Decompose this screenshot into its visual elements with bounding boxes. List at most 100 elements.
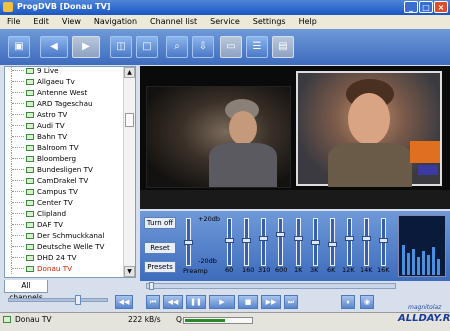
eq-slider-knob[interactable] xyxy=(328,242,337,247)
eq-slider-knob[interactable] xyxy=(225,238,234,243)
window-button[interactable]: ▣ xyxy=(8,36,30,58)
menu-help[interactable]: Help xyxy=(292,15,323,29)
tv-icon xyxy=(26,200,34,206)
eq-band-slider[interactable] xyxy=(294,218,303,266)
eq-band-slider[interactable] xyxy=(259,218,268,266)
channel-item[interactable]: ARD Tageschau xyxy=(7,98,93,109)
channel-item[interactable]: Deutsche Welle TV xyxy=(7,241,104,252)
seek-slider[interactable] xyxy=(146,283,396,289)
scroll-down-icon[interactable]: ▼ xyxy=(124,266,135,277)
tv-icon xyxy=(26,222,34,228)
stop-button[interactable]: ■ xyxy=(238,295,258,309)
download-button[interactable]: ⇩ xyxy=(192,36,214,58)
menu-navigation[interactable]: Navigation xyxy=(87,15,143,29)
menu-channel-list[interactable]: Channel list xyxy=(143,15,203,29)
full-view-button[interactable]: □ xyxy=(136,36,158,58)
channel-item[interactable]: Bahn TV xyxy=(7,131,67,142)
eq-slider-knob[interactable] xyxy=(184,240,193,245)
eq-slider-knob[interactable] xyxy=(276,232,285,237)
video-preview-right[interactable] xyxy=(296,71,442,187)
channel-item[interactable]: Astro TV xyxy=(7,109,67,120)
prev-button[interactable]: ⏮ xyxy=(146,295,160,309)
back-step-button[interactable]: ◀◀ xyxy=(163,295,183,309)
channel-item[interactable]: Clipland xyxy=(7,208,66,219)
next-icon: ⏭ xyxy=(287,298,295,306)
record-button[interactable]: ▭ xyxy=(220,36,242,58)
forward-step-button[interactable]: ▶▶ xyxy=(261,295,281,309)
eq-slider-knob[interactable] xyxy=(294,236,303,241)
eq-band-label: 6K xyxy=(327,266,336,274)
eq-band-slider[interactable] xyxy=(311,218,320,266)
rewind-icon: ◀◀ xyxy=(118,298,130,306)
play-button[interactable]: ▶ xyxy=(209,295,235,309)
eq-slider-knob[interactable] xyxy=(362,236,371,241)
menu-edit[interactable]: Edit xyxy=(26,15,55,29)
channel-item[interactable]: Campus TV xyxy=(7,186,78,197)
volume-knob[interactable] xyxy=(75,295,81,305)
eq-band-slider[interactable] xyxy=(362,218,371,266)
channel-item[interactable]: Antenne West xyxy=(7,87,87,98)
eq-band-slider[interactable] xyxy=(225,218,234,266)
menu-service[interactable]: Service xyxy=(203,15,246,29)
reset-button[interactable]: Reset xyxy=(144,242,176,254)
channel-item[interactable]: Bloomberg xyxy=(7,153,76,164)
tv-icon xyxy=(26,112,34,118)
record-icon: ▭ xyxy=(226,41,236,52)
channel-item[interactable]: Audi TV xyxy=(7,120,65,131)
channel-item[interactable]: CamDrakel TV xyxy=(7,175,88,186)
eq-slider-knob[interactable] xyxy=(311,240,320,245)
channel-item[interactable]: DAF TV xyxy=(7,219,63,230)
video-preview-left[interactable] xyxy=(146,86,291,188)
preamp-slider[interactable] xyxy=(184,218,193,266)
eq-band-slider[interactable] xyxy=(345,218,354,266)
menu-settings[interactable]: Settings xyxy=(246,15,292,29)
tab-all-channels[interactable]: All channels xyxy=(4,280,48,302)
tv-icon xyxy=(26,211,34,217)
zoom-button[interactable]: ⌕ xyxy=(166,36,188,58)
menu-file[interactable]: File xyxy=(0,15,26,29)
eq-band-slider[interactable] xyxy=(242,218,251,266)
channel-item[interactable]: Allgaeu Tv xyxy=(7,76,75,87)
scroll-thumb[interactable] xyxy=(125,113,134,127)
tv-icon xyxy=(26,68,34,74)
seek-thumb[interactable] xyxy=(149,282,154,290)
info-button[interactable]: ▤ xyxy=(272,36,294,58)
next-button[interactable]: ⏭ xyxy=(284,295,298,309)
maximize-button[interactable]: □ xyxy=(419,1,433,13)
scroll-up-icon[interactable]: ▲ xyxy=(124,67,135,78)
presets-button[interactable]: Presets xyxy=(144,261,176,273)
eq-slider-knob[interactable] xyxy=(379,238,388,243)
eq-band-label: 160 xyxy=(242,266,255,274)
menu-view[interactable]: View xyxy=(55,15,87,29)
eq-band-label: 16K xyxy=(377,266,390,274)
pause-button[interactable]: ❚❚ xyxy=(186,295,206,309)
eq-slider-knob[interactable] xyxy=(345,236,354,241)
channel-item[interactable]: 9 Live xyxy=(7,67,59,76)
eq-band-slider[interactable] xyxy=(276,218,285,266)
channel-item-selected[interactable]: Donau TV xyxy=(7,263,72,274)
channel-item[interactable]: DHD 24 TV xyxy=(7,252,77,263)
eq-slider-knob[interactable] xyxy=(242,238,251,243)
channel-item[interactable]: Center TV xyxy=(7,197,73,208)
back-button[interactable]: ◀ xyxy=(40,36,68,58)
tv-icon xyxy=(26,79,34,85)
split-view-button[interactable]: ◫ xyxy=(110,36,132,58)
channel-list-scrollbar[interactable]: ▲ ▼ xyxy=(123,67,135,277)
list-button[interactable]: ☰ xyxy=(246,36,268,58)
mute-button[interactable]: ◉ xyxy=(360,295,374,309)
video-strip xyxy=(140,190,450,209)
channel-item[interactable]: Bundesligen TV xyxy=(7,164,93,175)
minimize-button[interactable]: _ xyxy=(404,1,418,13)
volume-slider[interactable] xyxy=(8,298,108,302)
forward-button[interactable]: ▶ xyxy=(72,36,100,58)
channel-item[interactable]: Der Schmuckkanal xyxy=(7,230,104,241)
channel-item[interactable]: Balroom TV xyxy=(7,142,79,153)
record-control-button[interactable]: ⏸ xyxy=(341,295,355,309)
eq-band-slider[interactable] xyxy=(328,218,337,266)
rewind-button[interactable]: ◀◀ xyxy=(115,295,133,309)
eq-slider-knob[interactable] xyxy=(259,236,268,241)
close-button[interactable]: × xyxy=(434,1,448,13)
eq-band-slider[interactable] xyxy=(379,218,388,266)
turn-off-button[interactable]: Turn off xyxy=(144,217,176,229)
forward-step-icon: ▶▶ xyxy=(265,298,277,306)
